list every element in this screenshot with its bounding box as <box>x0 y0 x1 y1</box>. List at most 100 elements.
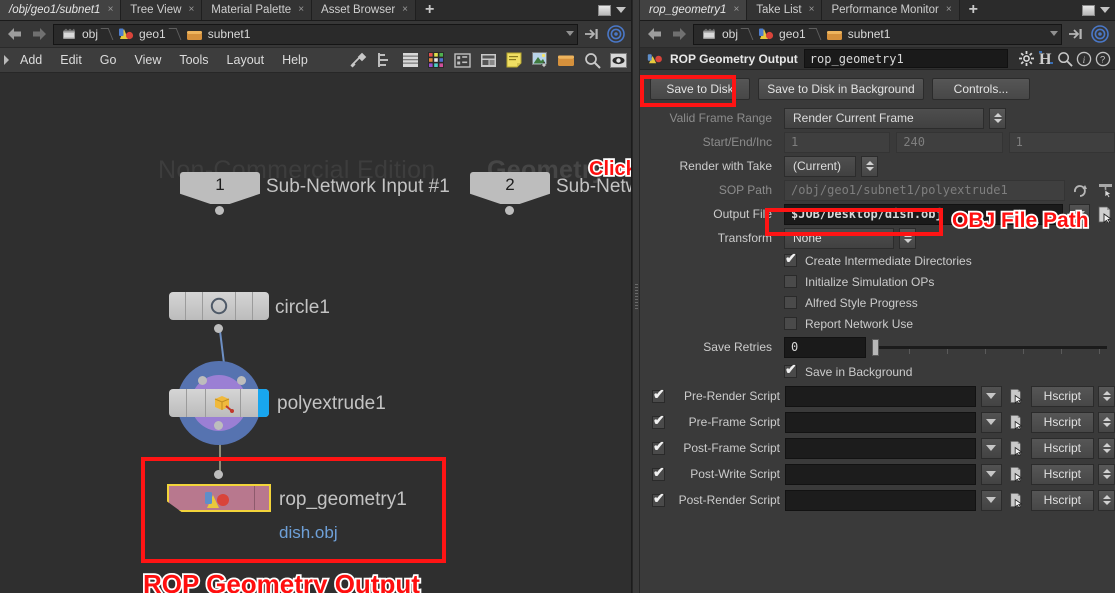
breadcrumb-item-subnet1[interactable]: subnet1 <box>180 27 255 41</box>
script-file-chooser-icon[interactable] <box>1007 490 1026 511</box>
valid-frame-range-menu[interactable]: Render Current Frame <box>784 107 984 129</box>
info-icon[interactable]: i <box>1076 51 1092 67</box>
param-report-network-use[interactable]: Report Network Use <box>640 313 1115 334</box>
breadcrumb-dropdown-icon[interactable] <box>566 30 574 36</box>
subnet-input-2[interactable]: 2 <box>470 172 550 204</box>
pin-path-icon[interactable] <box>1066 24 1086 44</box>
post-write-script-input[interactable] <box>785 463 976 485</box>
close-icon[interactable]: × <box>298 5 304 15</box>
menu-help[interactable]: Help <box>273 48 317 73</box>
post-write-script-language-spinner[interactable] <box>1098 463 1115 485</box>
polyextrude1-output-dot[interactable] <box>214 421 223 430</box>
report-network-use-checkbox[interactable] <box>784 317 797 330</box>
post-write-script-enable-checkbox[interactable] <box>652 465 665 481</box>
forward-arrow-icon[interactable] <box>669 24 689 44</box>
close-icon[interactable]: × <box>809 5 815 15</box>
frame-increment-input[interactable]: 1 <box>1008 131 1115 153</box>
menu-edit[interactable]: Edit <box>51 48 91 73</box>
tree-list-icon[interactable] <box>371 48 397 73</box>
polyextrude1-input-dot-2[interactable] <box>237 376 246 385</box>
post-render-script-input[interactable] <box>785 489 976 511</box>
background-image-icon[interactable] <box>527 48 553 73</box>
network-box-icon[interactable] <box>475 48 501 73</box>
post-frame-script-language-spinner[interactable] <box>1098 437 1115 459</box>
display-options-icon[interactable] <box>606 24 626 44</box>
valid-frame-range-spinner[interactable] <box>989 107 1006 129</box>
pre-render-script-language-button[interactable]: Hscript <box>1030 385 1094 407</box>
tab-performance-monitor[interactable]: Performance Monitor × <box>822 0 960 20</box>
maximize-pane-icon[interactable] <box>1082 4 1095 16</box>
post-render-script-dropdown[interactable] <box>980 489 1002 511</box>
script-file-chooser-icon[interactable] <box>1007 438 1026 459</box>
new-tab-button[interactable]: + <box>960 0 987 20</box>
close-icon[interactable]: × <box>946 5 952 15</box>
display-eye-icon[interactable] <box>605 48 631 73</box>
layers-icon[interactable] <box>397 48 423 73</box>
tab-asset-browser[interactable]: Asset Browser × <box>312 0 417 20</box>
sop-path-input[interactable]: /obj/geo1/subnet1/polyextrude1 <box>784 179 1065 201</box>
sticky-note-icon[interactable] <box>501 48 527 73</box>
gear-icon[interactable] <box>1018 50 1035 67</box>
post-frame-script-input[interactable] <box>785 437 976 459</box>
close-icon[interactable]: × <box>107 5 113 15</box>
render-with-take-spinner[interactable] <box>861 155 878 177</box>
pre-frame-script-language-spinner[interactable] <box>1098 411 1115 433</box>
node-polyextrude1[interactable] <box>169 389 269 417</box>
menu-tools[interactable]: Tools <box>170 48 217 73</box>
subnet-box-icon[interactable] <box>553 48 579 73</box>
subnet-input-1-output-dot[interactable] <box>215 206 224 215</box>
pre-render-script-input[interactable] <box>785 385 976 407</box>
close-icon[interactable]: × <box>402 5 408 15</box>
menu-add[interactable]: Add <box>11 48 51 73</box>
render-display-flag[interactable] <box>257 389 269 417</box>
param-alfred-style-progress[interactable]: Alfred Style Progress <box>640 292 1115 313</box>
pre-render-script-dropdown[interactable] <box>980 385 1002 407</box>
post-render-script-enable-checkbox[interactable] <box>652 491 665 507</box>
pre-frame-script-dropdown[interactable] <box>980 411 1002 433</box>
breadcrumb-item-geo1[interactable]: geo1 <box>112 27 170 41</box>
pane-menu-icon[interactable] <box>616 7 626 13</box>
tab-rop-geometry1[interactable]: rop_geometry1 × <box>640 0 748 20</box>
breadcrumb-dropdown-icon[interactable] <box>1050 30 1058 36</box>
grid-snapshot-icon[interactable] <box>449 48 475 73</box>
menu-drag-handle[interactable] <box>2 48 11 73</box>
maximize-pane-icon[interactable] <box>598 4 611 16</box>
tab-tree-view[interactable]: Tree View × <box>121 0 203 20</box>
tab-obj-geo1-subnet1[interactable]: /obj/geo1/subnet1 × <box>0 0 122 20</box>
menu-go[interactable]: Go <box>91 48 126 73</box>
reload-path-icon[interactable] <box>1071 180 1090 201</box>
save-retries-input[interactable]: 0 <box>784 336 866 358</box>
breadcrumb[interactable]: obj geo1 subnet1 <box>693 23 1062 45</box>
forward-arrow-icon[interactable] <box>29 24 49 44</box>
script-file-chooser-icon[interactable] <box>1007 386 1026 407</box>
node-name-input[interactable]: rop_geometry1 <box>803 49 1008 68</box>
param-initialize-simulation-ops[interactable]: Initialize Simulation OPs <box>640 271 1115 292</box>
subnet-input-2-output-dot[interactable] <box>505 206 514 215</box>
display-options-icon[interactable] <box>1090 24 1110 44</box>
save-to-disk-in-background-button[interactable]: Save to Disk in Background <box>758 78 924 100</box>
pre-frame-script-language-button[interactable]: Hscript <box>1030 411 1094 433</box>
post-frame-script-language-button[interactable]: Hscript <box>1030 437 1094 459</box>
post-frame-script-enable-checkbox[interactable] <box>652 439 665 455</box>
post-write-script-language-button[interactable]: Hscript <box>1030 463 1094 485</box>
menu-layout[interactable]: Layout <box>218 48 274 73</box>
node-circle1[interactable] <box>169 292 269 320</box>
color-palette-icon[interactable] <box>423 48 449 73</box>
post-frame-script-dropdown[interactable] <box>980 437 1002 459</box>
script-file-chooser-icon[interactable] <box>1007 464 1026 485</box>
tools-wrench-icon[interactable] <box>345 48 371 73</box>
post-write-script-dropdown[interactable] <box>980 463 1002 485</box>
search-icon[interactable] <box>579 48 605 73</box>
pre-render-script-language-spinner[interactable] <box>1098 385 1115 407</box>
pre-render-script-enable-checkbox[interactable] <box>652 387 665 403</box>
pre-frame-script-enable-checkbox[interactable] <box>652 413 665 429</box>
pane-menu-icon[interactable] <box>1100 7 1110 13</box>
back-arrow-icon[interactable] <box>5 24 25 44</box>
slider-handle[interactable] <box>872 338 879 356</box>
create-intermediate-directories-checkbox[interactable] <box>784 251 797 267</box>
post-render-script-language-spinner[interactable] <box>1098 489 1115 511</box>
close-icon[interactable]: × <box>188 5 194 15</box>
help-icon[interactable]: ? <box>1095 51 1111 67</box>
start-frame-input[interactable]: 1 <box>784 131 891 153</box>
search-icon[interactable] <box>1057 51 1073 67</box>
